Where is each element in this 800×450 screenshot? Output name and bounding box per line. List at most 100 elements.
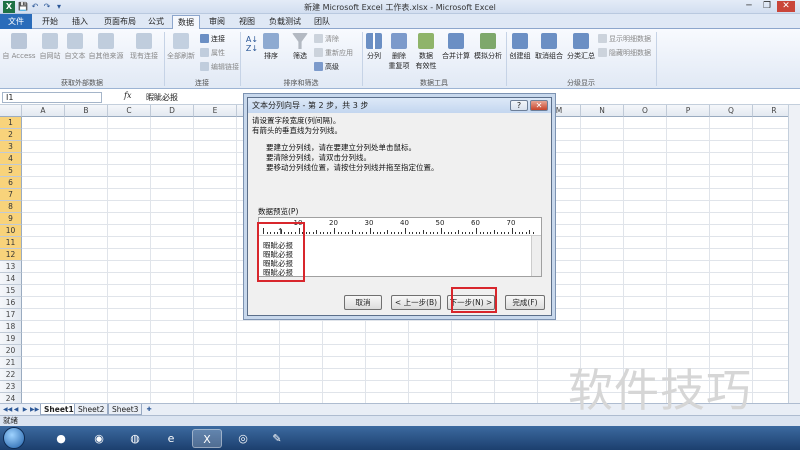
- hide-detail-button[interactable]: 隐藏明细数据: [598, 48, 651, 58]
- group-button[interactable]: 创建组: [508, 33, 532, 61]
- row-header[interactable]: 16: [0, 297, 22, 309]
- row-header[interactable]: 24: [0, 393, 22, 403]
- internet-explorer-icon[interactable]: e: [156, 429, 186, 448]
- chrome-icon[interactable]: ◉: [84, 429, 114, 448]
- row-header[interactable]: 23: [0, 381, 22, 393]
- insert-function-icon[interactable]: fx: [124, 91, 140, 103]
- name-box[interactable]: I1: [2, 92, 102, 103]
- refresh-all-button[interactable]: 全部刷新: [166, 33, 196, 61]
- connections-button[interactable]: 连接: [200, 34, 225, 44]
- sheet-tab-1[interactable]: Sheet1: [40, 404, 78, 415]
- row-header[interactable]: 8: [0, 201, 22, 213]
- finish-button[interactable]: 完成(F): [505, 295, 545, 310]
- row-header[interactable]: 12: [0, 249, 22, 261]
- tab-formulas[interactable]: 公式: [144, 15, 168, 29]
- tab-home[interactable]: 开始: [38, 15, 62, 29]
- filter-button[interactable]: 筛选: [288, 33, 312, 61]
- row-header[interactable]: 13: [0, 261, 22, 273]
- column-header[interactable]: D: [151, 105, 194, 117]
- minimize-button[interactable]: ─: [740, 1, 758, 12]
- sheet-tab-3[interactable]: Sheet3: [108, 404, 143, 415]
- prev-sheet-icon[interactable]: ◀: [12, 405, 20, 414]
- row-header[interactable]: 9: [0, 213, 22, 225]
- tab-team[interactable]: 团队: [310, 15, 334, 29]
- sheet-tab-2[interactable]: Sheet2: [74, 404, 109, 415]
- preview-scrollbar[interactable]: [531, 236, 541, 276]
- column-header[interactable]: O: [624, 105, 667, 117]
- restore-button[interactable]: ❐: [758, 1, 776, 12]
- row-header[interactable]: 7: [0, 189, 22, 201]
- tab-file[interactable]: 文件: [0, 14, 32, 29]
- tab-view[interactable]: 视图: [235, 15, 259, 29]
- first-sheet-icon[interactable]: ◀◀: [3, 405, 12, 414]
- row-header[interactable]: 18: [0, 321, 22, 333]
- formula-input[interactable]: 暇眦必报: [146, 92, 178, 103]
- row-header[interactable]: 6: [0, 177, 22, 189]
- media-player-icon[interactable]: ●: [46, 429, 76, 448]
- row-header[interactable]: 2: [0, 129, 22, 141]
- row-header[interactable]: 17: [0, 309, 22, 321]
- from-text-button[interactable]: 自文本: [63, 33, 87, 61]
- tab-data[interactable]: 数据: [172, 15, 200, 29]
- paint-icon[interactable]: ✎: [262, 429, 292, 448]
- column-header[interactable]: C: [108, 105, 151, 117]
- start-button[interactable]: [3, 427, 25, 449]
- from-access-button[interactable]: 自 Access: [2, 33, 36, 61]
- clear-filter-button[interactable]: 清除: [314, 34, 339, 44]
- row-header[interactable]: 14: [0, 273, 22, 285]
- row-header[interactable]: 22: [0, 369, 22, 381]
- properties-button[interactable]: 属性: [200, 48, 225, 58]
- tab-insert[interactable]: 插入: [68, 15, 92, 29]
- sort-az-button[interactable]: A↓ Z↓: [244, 35, 260, 53]
- next-sheet-icon[interactable]: ▶: [21, 405, 29, 414]
- from-other-sources-button[interactable]: 自其他来源: [88, 33, 124, 61]
- row-header[interactable]: 3: [0, 141, 22, 153]
- insert-sheet-icon[interactable]: ✚: [144, 405, 154, 414]
- help-button[interactable]: ?: [510, 100, 528, 111]
- row-header[interactable]: 21: [0, 357, 22, 369]
- row-header[interactable]: 15: [0, 285, 22, 297]
- reapply-button[interactable]: 重新应用: [314, 48, 353, 58]
- sort-button[interactable]: 排序: [260, 33, 282, 61]
- show-detail-button[interactable]: 显示明细数据: [598, 34, 651, 44]
- app-taskbar-icon[interactable]: ◎: [228, 429, 258, 448]
- ruler-tick: [490, 232, 492, 234]
- row-header[interactable]: 10: [0, 225, 22, 237]
- remove-duplicates-button[interactable]: 删除 重复项: [386, 33, 412, 71]
- column-header[interactable]: E: [194, 105, 237, 117]
- row-header[interactable]: 4: [0, 153, 22, 165]
- advanced-filter-button[interactable]: 高级: [314, 62, 339, 72]
- cancel-button[interactable]: 取消: [344, 295, 382, 310]
- tab-review[interactable]: 审阅: [205, 15, 229, 29]
- subtotal-button[interactable]: 分类汇总: [566, 33, 596, 61]
- dialog-close-button[interactable]: ✕: [530, 100, 548, 111]
- column-header[interactable]: B: [65, 105, 108, 117]
- excel-taskbar-icon[interactable]: X: [192, 429, 222, 448]
- column-header[interactable]: P: [667, 105, 710, 117]
- last-sheet-icon[interactable]: ▶▶: [30, 405, 39, 414]
- consolidate-button[interactable]: 合并计算: [441, 33, 471, 61]
- close-button[interactable]: ✕: [777, 1, 795, 12]
- data-validation-button[interactable]: 数据 有效性: [413, 33, 439, 71]
- select-all-corner[interactable]: [0, 105, 22, 117]
- what-if-analysis-button[interactable]: 模拟分析: [472, 33, 504, 61]
- existing-connections-button[interactable]: 现有连接: [128, 33, 160, 61]
- ungroup-button[interactable]: 取消组合: [534, 33, 564, 61]
- vertical-scrollbar[interactable]: [788, 105, 800, 403]
- column-header[interactable]: Q: [710, 105, 753, 117]
- column-header[interactable]: N: [581, 105, 624, 117]
- text-to-columns-button[interactable]: 分列: [364, 33, 384, 61]
- row-header[interactable]: 1: [0, 117, 22, 129]
- row-header[interactable]: 20: [0, 345, 22, 357]
- column-header[interactable]: A: [22, 105, 65, 117]
- firefox-icon[interactable]: ◍: [120, 429, 150, 448]
- ruler-tick: [532, 232, 534, 234]
- edit-links-button[interactable]: 编辑链接: [200, 62, 239, 72]
- row-header[interactable]: 5: [0, 165, 22, 177]
- row-header[interactable]: 11: [0, 237, 22, 249]
- row-header[interactable]: 19: [0, 333, 22, 345]
- back-button[interactable]: < 上一步(B): [391, 295, 441, 310]
- tab-page-layout[interactable]: 页面布局: [100, 15, 140, 29]
- from-web-button[interactable]: 自网站: [38, 33, 62, 61]
- tab-load-test[interactable]: 负载测试: [264, 15, 306, 29]
